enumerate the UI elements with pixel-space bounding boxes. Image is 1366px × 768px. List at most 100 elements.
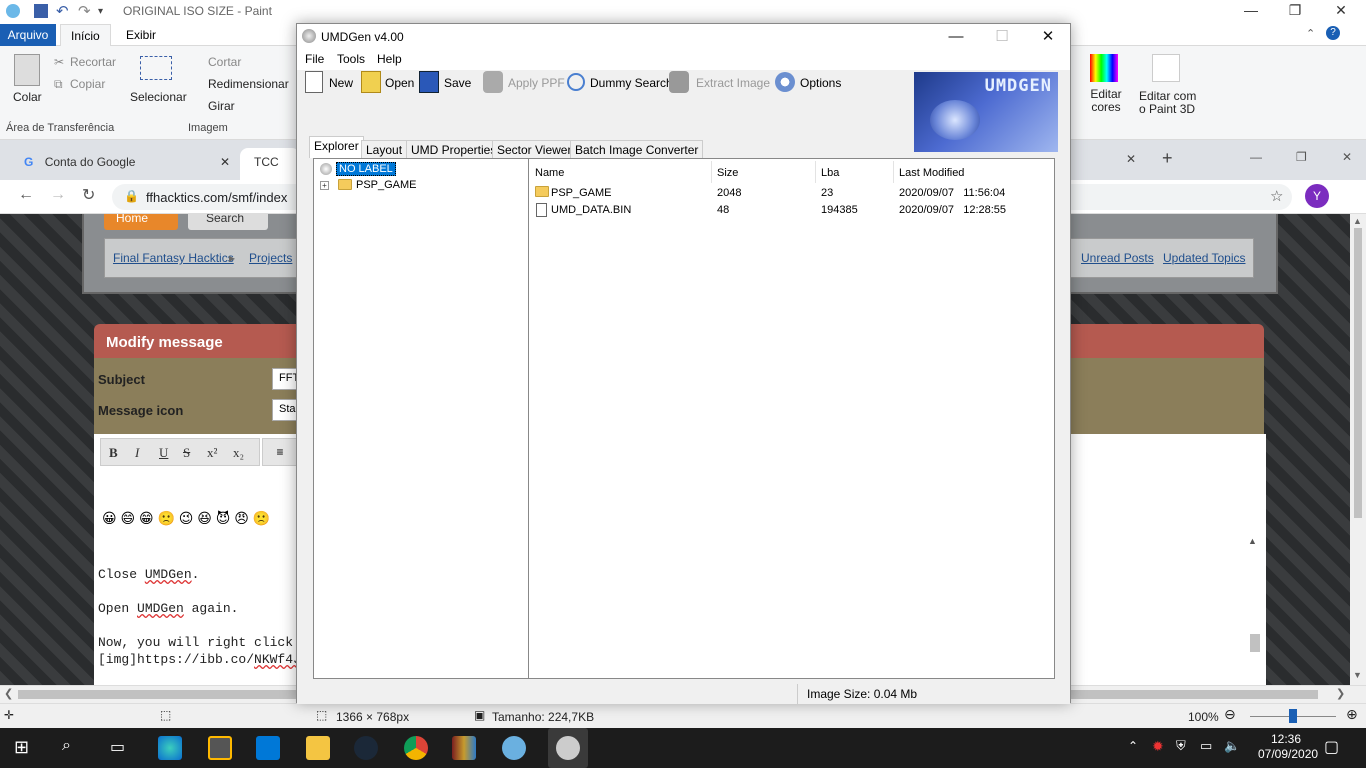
paint-taskbar-icon[interactable] (502, 736, 526, 760)
reload-icon[interactable]: ↻ (82, 185, 95, 205)
zoom-slider-thumb[interactable] (1289, 709, 1297, 723)
scroll-down-icon[interactable]: ▼ (1353, 670, 1362, 680)
store-icon[interactable] (208, 736, 232, 760)
column-separator[interactable] (893, 161, 894, 183)
zoom-out-icon[interactable]: ⊖ (1224, 706, 1236, 723)
tab-layout[interactable]: Layout (361, 140, 408, 158)
strikethrough-icon[interactable]: S (183, 445, 190, 461)
zoom-in-icon[interactable]: ⊕ (1346, 706, 1358, 723)
paint-close-button[interactable]: ✕ (1326, 2, 1356, 22)
close-tab-icon[interactable]: ✕ (220, 148, 230, 176)
redo-icon[interactable]: ↷ (78, 2, 92, 20)
updated-topics-link[interactable]: Updated Topics (1163, 251, 1246, 265)
help-icon[interactable]: ? (1326, 26, 1340, 40)
quick-access-dropdown-icon[interactable]: ▾ (98, 6, 112, 20)
taskbar-clock[interactable]: 12:36 07/09/2020 (1258, 732, 1318, 762)
star-icon[interactable]: ☆ (1270, 187, 1283, 205)
editor-scroll-thumb[interactable] (1250, 634, 1260, 652)
tray-expand-icon[interactable]: ⌃ (1128, 739, 1138, 753)
menu-tools[interactable]: Tools (337, 52, 365, 66)
options-button[interactable]: Options (800, 76, 841, 90)
undo-icon[interactable]: ↶ (56, 2, 70, 20)
tree-node-psp-game[interactable]: PSP_GAME (356, 179, 417, 191)
smiley-bar[interactable]: 😀 😄 😁 🙁 😉 😆 😈 😠 🙁 (102, 510, 270, 527)
paint-restore-button[interactable]: ❐ (1280, 2, 1310, 22)
tab-arquivo[interactable]: Arquivo (0, 24, 56, 46)
steam-icon[interactable] (354, 736, 378, 760)
menu-help[interactable]: Help (377, 52, 402, 66)
mail-icon[interactable] (256, 736, 280, 760)
message-textarea[interactable]: Close UMDGen. Open UMDGen again. Now, yo… (98, 566, 301, 668)
menu-file[interactable]: File (305, 52, 324, 66)
save-button[interactable]: Save (444, 76, 471, 90)
umdgen-maximize-button[interactable]: ☐ (979, 24, 1025, 50)
save-icon[interactable] (34, 4, 48, 18)
search-button[interactable]: Search (188, 214, 268, 230)
tree-root-node[interactable]: NO LABEL (336, 162, 396, 176)
superscript-icon[interactable]: x² (207, 445, 217, 461)
italic-icon[interactable]: I (135, 445, 139, 461)
tray-security-icon[interactable]: ⛨ (1176, 738, 1186, 754)
table-row[interactable]: UMD_DATA.BIN 48 194385 2020/09/07 12:28:… (529, 202, 1054, 219)
column-header-lba[interactable]: Lba (821, 167, 839, 179)
expand-icon[interactable]: + (320, 181, 329, 190)
cut-button[interactable]: Recortar (70, 55, 116, 69)
browser-close-button[interactable]: ✕ (1342, 150, 1352, 164)
network-icon[interactable]: ▭ (1200, 738, 1212, 754)
column-header-size[interactable]: Size (717, 167, 738, 179)
search-icon[interactable]: ⌕ (62, 737, 71, 755)
column-separator[interactable] (711, 161, 712, 183)
select-button[interactable]: Selecionar (130, 90, 187, 104)
underline-icon[interactable]: U (159, 445, 168, 461)
edit-colors-button[interactable]: Editar cores (1086, 88, 1126, 114)
tab-sector-viewer[interactable]: Sector Viewer (492, 140, 577, 158)
subscript-icon[interactable]: x₂ (233, 445, 244, 461)
close-tab-icon[interactable]: ✕ (1126, 152, 1136, 166)
browser-restore-button[interactable]: ❐ (1296, 150, 1307, 164)
volume-icon[interactable]: 🔈 (1224, 738, 1240, 754)
tab-batch-image-converter[interactable]: Batch Image Converter (570, 140, 704, 158)
tab-exibir[interactable]: Exibir (116, 24, 166, 46)
resize-button[interactable]: Redimensionar (208, 77, 289, 91)
zoom-slider[interactable] (1250, 709, 1336, 723)
forward-icon[interactable]: → (50, 186, 66, 204)
extract-image-button[interactable]: Extract Image (696, 76, 770, 90)
vertical-scroll-thumb[interactable] (1354, 228, 1362, 518)
bold-icon[interactable]: B (109, 445, 118, 461)
tab-inicio[interactable]: Início (60, 24, 111, 46)
umdgen-close-button[interactable]: ✕ (1025, 24, 1071, 50)
home-button[interactable]: Home (104, 214, 178, 230)
umdgen-minimize-button[interactable]: — (933, 24, 979, 50)
chrome-icon[interactable] (404, 736, 428, 760)
dummy-search-button[interactable]: Dummy Search (590, 76, 673, 90)
breadcrumb-item[interactable]: Projects (249, 251, 292, 265)
align-left-icon[interactable]: ≡ (262, 438, 298, 466)
scroll-right-icon[interactable]: ❯ (1336, 687, 1345, 700)
tab-umd-properties[interactable]: UMD Properties (406, 140, 502, 158)
table-row[interactable]: PSP_GAME 2048 23 2020/09/07 11:56:04 (529, 185, 1054, 202)
paint-minimize-button[interactable]: — (1236, 2, 1266, 22)
crop-button[interactable]: Cortar (208, 55, 241, 69)
column-header-name[interactable]: Name (535, 167, 564, 179)
edge-icon[interactable] (158, 736, 182, 760)
browser-tab-google[interactable]: G Conta do Google ✕ (10, 148, 240, 180)
scroll-left-icon[interactable]: ❮ (4, 687, 13, 700)
avatar[interactable]: Y (1305, 184, 1329, 208)
windows-start-icon[interactable]: ⊞ (14, 737, 29, 758)
winrar-icon[interactable] (452, 736, 476, 760)
copy-button[interactable]: Copiar (70, 77, 105, 91)
new-button[interactable]: New (329, 76, 353, 90)
breadcrumb-item[interactable]: Final Fantasy Hacktics (113, 251, 234, 265)
edit-with-paint3d-line2[interactable]: o Paint 3D (1139, 103, 1195, 116)
scroll-up-icon[interactable]: ▲ (1353, 216, 1362, 226)
browser-minimize-button[interactable]: — (1250, 150, 1262, 164)
open-button[interactable]: Open (385, 76, 414, 90)
apply-ppf-button[interactable]: Apply PPF (508, 76, 565, 90)
rotate-button[interactable]: Girar (208, 99, 235, 113)
collapse-ribbon-icon[interactable]: ⌃ (1306, 27, 1315, 40)
column-header-last-modified[interactable]: Last Modified (899, 167, 964, 179)
paint-vertical-scrollbar[interactable]: ▲ ▼ (1350, 214, 1366, 685)
task-view-icon[interactable]: ▭ (110, 737, 125, 757)
tray-app-icon[interactable]: ✹ (1152, 738, 1164, 755)
browser-tab-tcc[interactable]: TCC (240, 148, 300, 180)
